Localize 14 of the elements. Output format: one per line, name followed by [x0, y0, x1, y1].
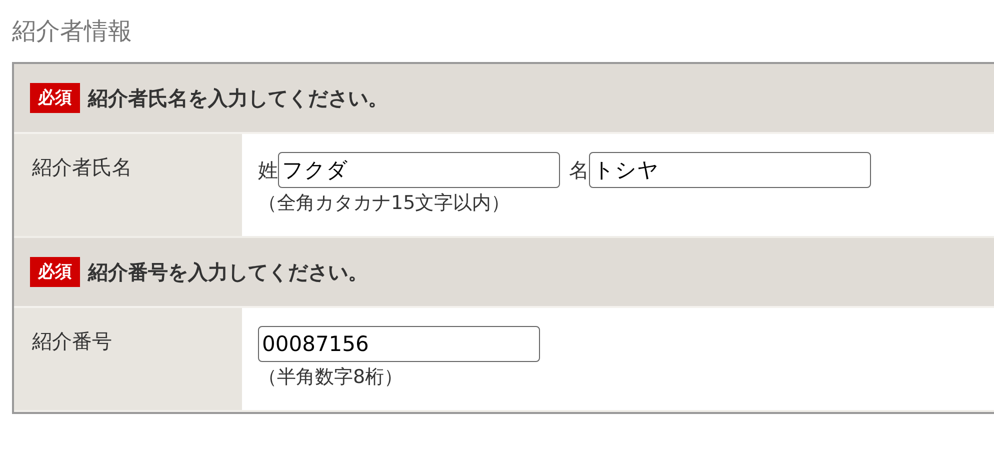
input-field[interactable]: フクダ — [278, 152, 560, 188]
field-label: 紹介者氏名 — [14, 134, 242, 236]
section-prompt: 紹介番号を入力してください。 — [88, 258, 368, 286]
input-field[interactable]: 00087156 — [258, 326, 540, 362]
section-prompt: 紹介者氏名を入力してください。 — [88, 84, 388, 112]
input-field[interactable]: トシヤ — [589, 152, 871, 188]
field-prefix: 姓 — [258, 156, 278, 184]
field-prefix: 名 — [569, 156, 589, 184]
field-label: 紹介番号 — [14, 308, 242, 410]
field-hint: （全角カタカナ15文字以内） — [258, 191, 512, 216]
section-title: 紹介者情報 — [12, 16, 133, 47]
required-badge: 必須 — [30, 257, 80, 287]
required-badge: 必須 — [30, 83, 80, 113]
field-hint: （半角数字8桁） — [258, 365, 404, 390]
